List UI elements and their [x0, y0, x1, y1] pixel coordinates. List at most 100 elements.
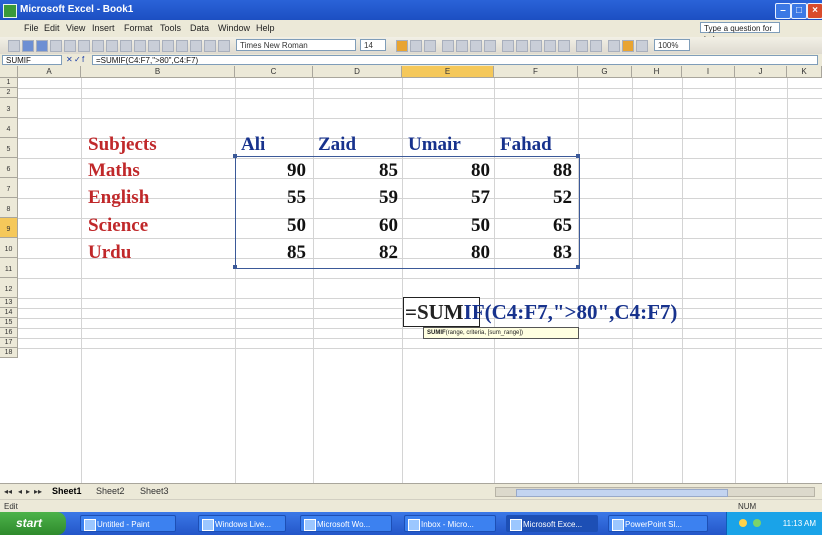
column-header[interactable]: B	[81, 66, 235, 78]
italic-icon[interactable]	[410, 40, 422, 52]
row-header[interactable]: 14	[0, 308, 18, 318]
menu-help[interactable]: Help	[256, 23, 275, 33]
minimize-button[interactable]: –	[775, 3, 791, 19]
preview-icon[interactable]	[64, 40, 76, 52]
print-icon[interactable]	[50, 40, 62, 52]
currency-icon[interactable]	[502, 40, 514, 52]
fill-color-icon[interactable]	[622, 40, 634, 52]
column-header[interactable]: D	[313, 66, 402, 78]
taskbar-item[interactable]: PowerPoint Sl...	[608, 515, 708, 532]
decrease-indent-icon[interactable]	[576, 40, 588, 52]
redo-icon[interactable]	[148, 40, 160, 52]
column-header[interactable]: J	[735, 66, 787, 78]
row-header[interactable]: 4	[0, 118, 18, 138]
selection-handle[interactable]	[233, 154, 237, 158]
borders-icon[interactable]	[608, 40, 620, 52]
undo-icon[interactable]	[134, 40, 146, 52]
cut-icon[interactable]	[92, 40, 104, 52]
sort-desc-icon[interactable]	[190, 40, 202, 52]
row-header[interactable]: 10	[0, 238, 18, 258]
function-tooltip[interactable]: SUMIF(range, criteria, [sum_range])	[423, 327, 579, 339]
drawing-icon[interactable]	[218, 40, 230, 52]
underline-icon[interactable]	[424, 40, 436, 52]
excel-app-icon[interactable]	[3, 4, 17, 18]
column-header[interactable]: A	[18, 66, 81, 78]
column-header[interactable]: K	[787, 66, 822, 78]
formula-input[interactable]: =SUMIF(C4:F7,">80",C4:F7)	[92, 55, 818, 65]
start-button[interactable]: start	[0, 512, 66, 535]
new-icon[interactable]	[8, 40, 20, 52]
menu-file[interactable]: File	[24, 23, 39, 33]
merge-center-icon[interactable]	[484, 40, 496, 52]
comma-style-icon[interactable]	[530, 40, 542, 52]
next-sheet-icon[interactable]: ▸	[26, 487, 30, 496]
hyperlink-icon[interactable]	[162, 40, 174, 52]
font-name-select[interactable]: Times New Roman	[236, 39, 356, 51]
maximize-button[interactable]: □	[791, 3, 807, 19]
taskbar-item[interactable]: Inbox - Micro...	[404, 515, 496, 532]
row-header[interactable]: 12	[0, 278, 18, 298]
zoom-select[interactable]: 100%	[654, 39, 690, 51]
tab-sheet2[interactable]: Sheet2	[96, 486, 125, 496]
row-header[interactable]: 7	[0, 178, 18, 198]
name-box[interactable]: SUMIF	[2, 55, 62, 65]
row-header[interactable]: 18	[0, 348, 18, 358]
menu-edit[interactable]: Edit	[44, 23, 60, 33]
selection-handle[interactable]	[576, 154, 580, 158]
close-button[interactable]: ×	[807, 3, 822, 19]
column-header[interactable]: I	[682, 66, 735, 78]
horizontal-scrollbar[interactable]	[495, 487, 815, 497]
row-header[interactable]: 15	[0, 318, 18, 328]
paste-icon[interactable]	[120, 40, 132, 52]
row-header[interactable]: 8	[0, 198, 18, 218]
row-header[interactable]: 2	[0, 88, 18, 98]
column-header[interactable]: H	[632, 66, 682, 78]
increase-decimal-icon[interactable]	[544, 40, 556, 52]
spelling-icon[interactable]	[78, 40, 90, 52]
font-color-icon[interactable]	[636, 40, 648, 52]
copy-icon[interactable]	[106, 40, 118, 52]
cancel-icon[interactable]: ✕	[66, 55, 73, 64]
row-header[interactable]: 11	[0, 258, 18, 278]
insert-function-icon[interactable]: f	[82, 55, 84, 64]
enter-icon[interactable]: ✓	[74, 55, 81, 64]
last-sheet-icon[interactable]: ▸▸	[34, 487, 42, 496]
bold-icon[interactable]	[396, 40, 408, 52]
chart-icon[interactable]	[204, 40, 216, 52]
in-cell-formula[interactable]: =SUMIF(C4:F7,">80",C4:F7)	[405, 300, 677, 325]
percent-icon[interactable]	[516, 40, 528, 52]
row-header[interactable]: 9	[0, 218, 18, 238]
first-sheet-icon[interactable]: ◂◂	[4, 487, 12, 496]
tab-sheet1[interactable]: Sheet1	[52, 486, 82, 496]
align-center-icon[interactable]	[456, 40, 468, 52]
column-header[interactable]: E	[402, 66, 494, 78]
sort-icon[interactable]	[176, 40, 188, 52]
network-icon[interactable]	[739, 519, 747, 527]
menu-format[interactable]: Format	[124, 23, 153, 33]
row-header[interactable]: 3	[0, 98, 18, 118]
tab-sheet3[interactable]: Sheet3	[140, 486, 169, 496]
taskbar-item[interactable]: Windows Live...	[198, 515, 286, 532]
menu-insert[interactable]: Insert	[92, 23, 115, 33]
menu-view[interactable]: View	[66, 23, 85, 33]
decrease-decimal-icon[interactable]	[558, 40, 570, 52]
security-icon[interactable]	[753, 519, 761, 527]
ask-question-box[interactable]: Type a question for help	[700, 22, 780, 44]
open-icon[interactable]	[22, 40, 34, 52]
selection-handle[interactable]	[576, 265, 580, 269]
font-size-select[interactable]: 14	[360, 39, 386, 51]
row-header[interactable]: 5	[0, 138, 18, 158]
menu-tools[interactable]: Tools	[160, 23, 181, 33]
increase-indent-icon[interactable]	[590, 40, 602, 52]
worksheet-grid[interactable]: A B C D E F G H I J K 1 2 3 4 5 6 7 8 9 …	[0, 66, 822, 483]
row-header[interactable]: 1	[0, 78, 18, 88]
taskbar-item[interactable]: Microsoft Wo...	[300, 515, 392, 532]
align-right-icon[interactable]	[470, 40, 482, 52]
taskbar-item[interactable]: Untitled - Paint	[80, 515, 176, 532]
column-header[interactable]: C	[235, 66, 313, 78]
save-icon[interactable]	[36, 40, 48, 52]
prev-sheet-icon[interactable]: ◂	[18, 487, 22, 496]
column-header[interactable]: F	[494, 66, 578, 78]
scroll-thumb[interactable]	[516, 489, 728, 497]
menu-window[interactable]: Window	[218, 23, 250, 33]
